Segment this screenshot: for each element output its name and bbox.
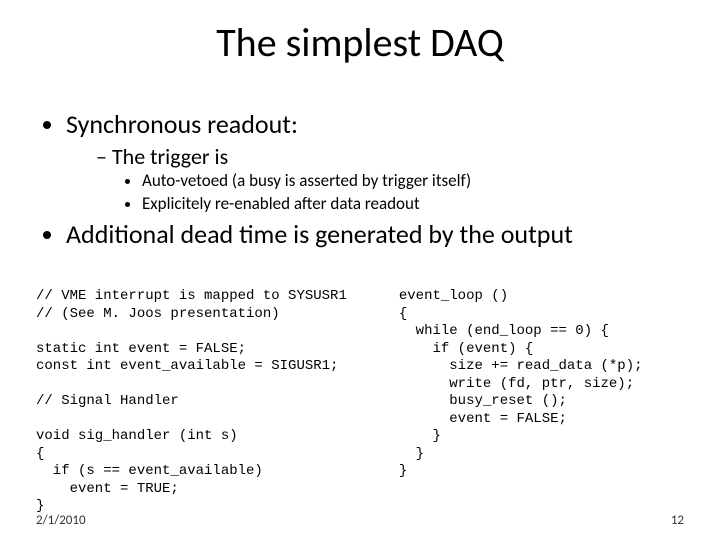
bullet-text: The trigger is [112,143,228,170]
bullet-level1: Additional dead time is generated by the… [66,220,684,250]
bullet-list-level2: The trigger is Auto-vetoed (a busy is as… [66,144,684,214]
bullet-list-level3: Auto-vetoed (a busy is asserted by trigg… [96,171,684,214]
code-block-right: event_loop () { while (end_loop == 0) { … [399,288,684,516]
bullet-level1: Synchronous readout: The trigger is Auto… [66,110,684,214]
code-block-left: // VME interrupt is mapped to SYSUSR1 //… [36,288,399,516]
slide: The simplest DAQ Synchronous readout: Th… [0,0,720,540]
bullet-level3: Explicitely re-enabled after data readou… [142,194,684,214]
bullet-level3: Auto-vetoed (a busy is asserted by trigg… [142,171,684,191]
slide-title: The simplest DAQ [0,18,720,67]
footer-page-number: 12 [671,513,684,528]
bullet-text: Synchronous readout: [66,108,298,140]
slide-body: Synchronous readout: The trigger is Auto… [36,110,684,256]
bullet-list: Synchronous readout: The trigger is Auto… [36,110,684,250]
code-columns: // VME interrupt is mapped to SYSUSR1 //… [36,288,684,516]
footer-date: 2/1/2010 [36,513,86,528]
bullet-level2: The trigger is Auto-vetoed (a busy is as… [96,144,684,214]
